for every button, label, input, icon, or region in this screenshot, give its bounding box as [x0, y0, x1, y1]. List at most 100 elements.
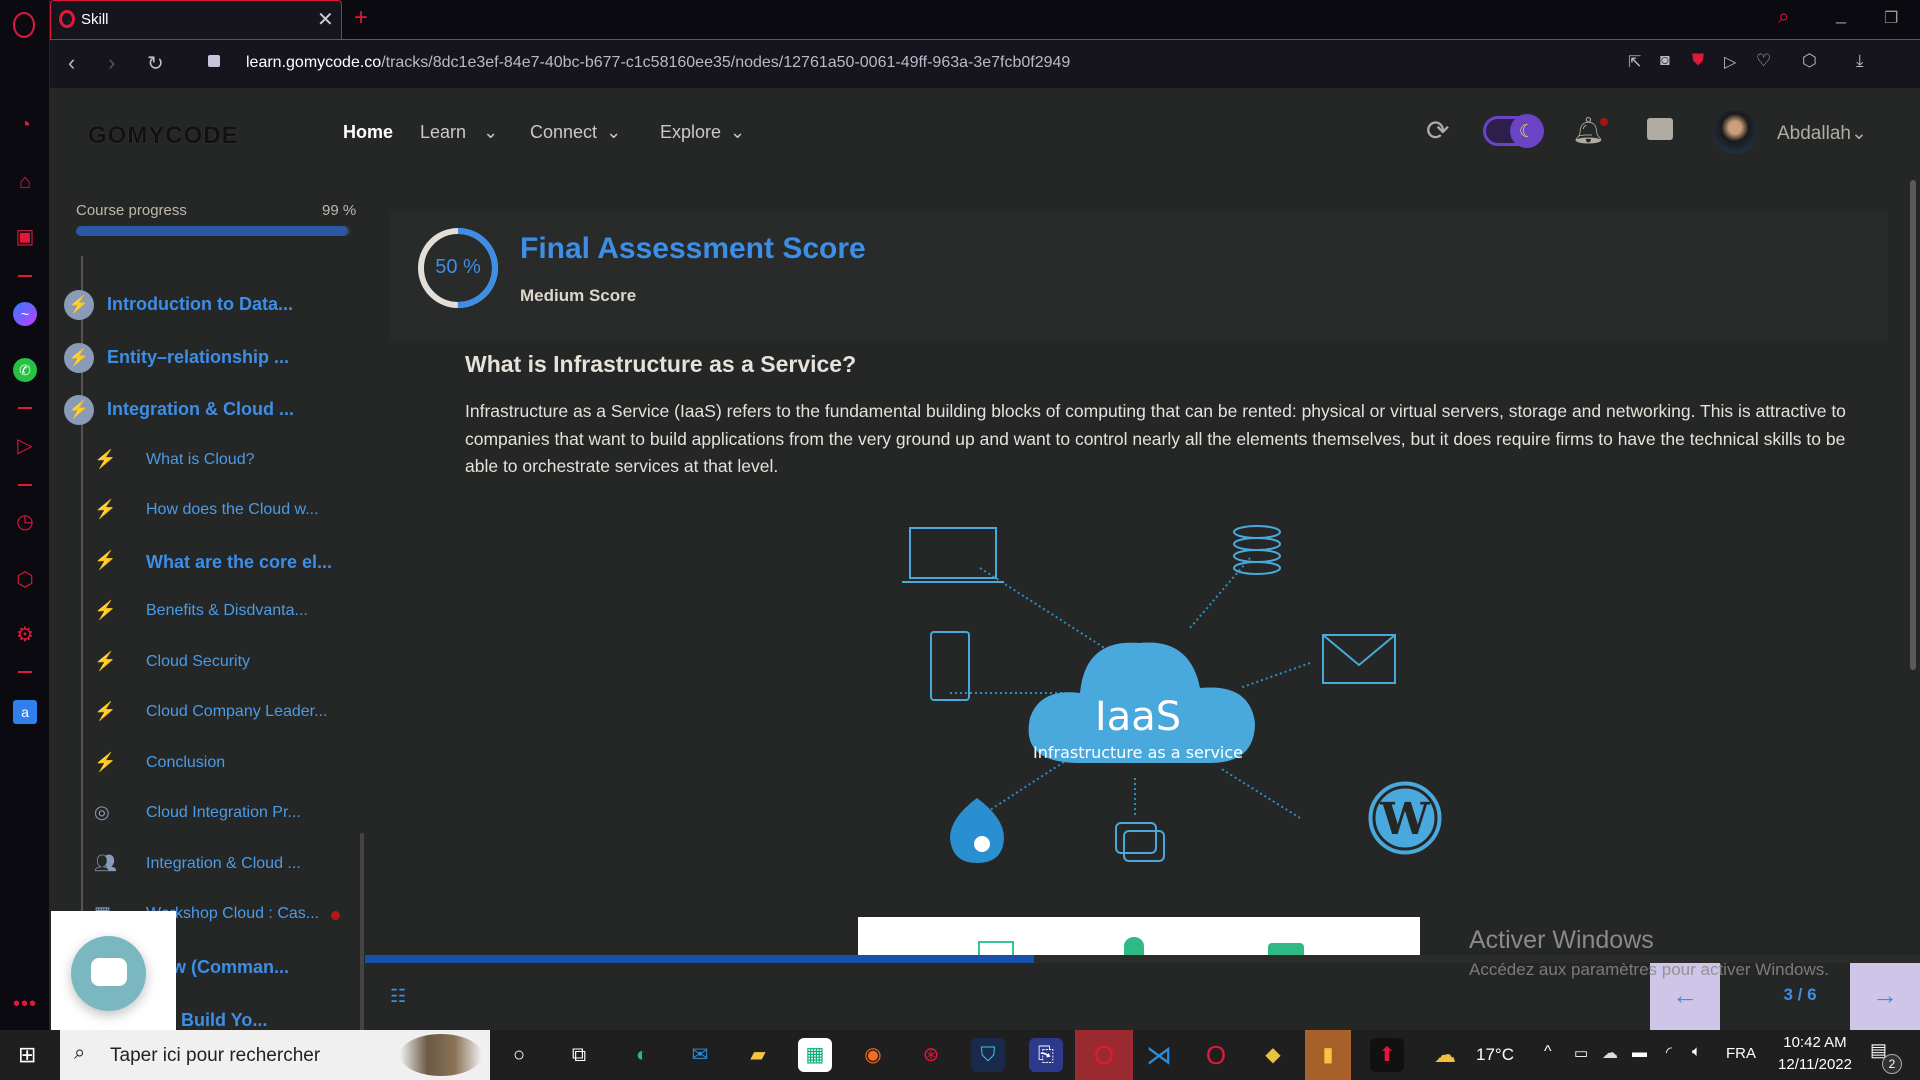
sidebar-item[interactable]: ⚡ Introduction to Data...	[50, 290, 360, 320]
opera-gx-icon[interactable]: O	[1075, 1030, 1133, 1080]
firefox-icon[interactable]: ◉	[856, 1038, 890, 1072]
opera-menu-icon[interactable]	[13, 12, 35, 38]
sidebar-item[interactable]: ⚡ Benefits & Disdvanta...	[50, 598, 360, 628]
battery-icon[interactable]: ▬	[1632, 1044, 1647, 1061]
wifi-icon[interactable]: ◜	[1666, 1043, 1672, 1061]
nav-connect[interactable]: Connect ⌄	[530, 122, 621, 143]
player-icon[interactable]: ▷	[13, 434, 37, 458]
messenger-icon[interactable]: ~	[13, 302, 37, 326]
twitch-icon[interactable]: ▣	[13, 225, 37, 249]
store-icon[interactable]: ▦	[798, 1038, 832, 1072]
download-icon[interactable]: ⤓	[1856, 51, 1864, 71]
onedrive-icon[interactable]: ☁	[1602, 1043, 1618, 1063]
new-tab-button[interactable]: +	[354, 4, 368, 32]
reload-icon[interactable]: ↻	[147, 51, 164, 76]
score-title: Final Assessment Score	[520, 232, 866, 265]
mail-app-icon[interactable]: ✉	[683, 1038, 717, 1072]
show-hidden-icons[interactable]: ^	[1544, 1043, 1552, 1061]
gomycode-logo[interactable]: GOMYCODE	[88, 122, 239, 150]
next-page-button[interactable]: →	[1850, 963, 1920, 1030]
meet-icon[interactable]: ▭	[1574, 1044, 1588, 1062]
sidebar-item[interactable]: ⚡ Conclusion	[50, 750, 360, 780]
clock-date[interactable]: 12/11/2022	[1770, 1056, 1860, 1073]
lesson-bolt-icon: ⚡	[94, 752, 117, 772]
score-percent: 50 %	[435, 256, 481, 278]
remote-icon[interactable]: ⎘	[1029, 1038, 1063, 1072]
search-placeholder: Taper ici pour rechercher	[110, 1045, 321, 1066]
refresh-icon[interactable]: ⟳	[1426, 114, 1449, 147]
eagle-image	[400, 1034, 482, 1076]
user-menu[interactable]: Abdallah⌄	[1777, 122, 1867, 145]
sidebar-item[interactable]: ⚡ Integration & Cloud ...	[50, 395, 360, 425]
weather-icon: ☁	[1434, 1042, 1456, 1067]
url-path: /tracks/8dc1e3ef-84e7-40bc-b677-c1c58160…	[381, 54, 1071, 71]
nav-home[interactable]: Home	[343, 122, 393, 143]
vpn-icon[interactable]: ⛉	[971, 1038, 1005, 1072]
more-icon[interactable]: •••	[13, 992, 37, 1016]
nav-learn[interactable]: Learn ⌄	[420, 122, 498, 143]
sidebar-item-label: Integration & Cloud ...	[107, 399, 294, 419]
task-view-icon[interactable]: ⧉	[562, 1038, 596, 1072]
sidebar-item-label: Entity–relationship ...	[107, 347, 290, 367]
chat-launcher-button[interactable]	[71, 936, 146, 1011]
course-progress-bar	[76, 226, 351, 236]
folder-icon[interactable]: ▮	[1305, 1030, 1351, 1080]
back-icon[interactable]: ‹	[68, 50, 75, 76]
clock-time[interactable]: 10:42 AM	[1770, 1034, 1860, 1051]
mail-icon	[1322, 634, 1396, 684]
close-tab-icon[interactable]: ✕	[317, 7, 334, 32]
language-indicator[interactable]: FRA	[1726, 1045, 1756, 1062]
shopping-icon[interactable]: ⌂	[13, 170, 37, 194]
cortana-icon[interactable]: ○	[502, 1038, 536, 1072]
camera-icon[interactable]: ◙	[1660, 52, 1670, 70]
messages-icon[interactable]	[1647, 118, 1673, 140]
windows-start-icon[interactable]: ⊞	[18, 1042, 36, 1068]
opera-icon[interactable]: O	[1199, 1038, 1233, 1072]
minimize-icon[interactable]: _	[1836, 4, 1846, 25]
sidebar-scrollbar[interactable]	[360, 833, 364, 1030]
sidebar-item[interactable]: 👥︎ Integration & Cloud ...	[50, 851, 360, 881]
url-field[interactable]: learn.gomycode.co/tracks/8dc1e3ef-84e7-4…	[246, 54, 1070, 72]
image-icon-3	[1268, 943, 1304, 955]
page-indicator: 3 / 6	[1783, 985, 1817, 1004]
theme-toggle[interactable]: ☾	[1483, 114, 1544, 148]
avatar[interactable]	[1713, 110, 1757, 154]
lesson-progress-fill	[365, 955, 1034, 963]
table-of-contents-icon[interactable]: ☷	[390, 986, 406, 1007]
nav-explore[interactable]: Explore ⌄	[660, 122, 745, 143]
flow-icon[interactable]: ▷	[1724, 52, 1736, 72]
whatsapp-icon[interactable]: ✆	[13, 358, 37, 382]
history-icon[interactable]: ◷	[13, 510, 37, 534]
sidebar-item[interactable]: ⚡ Entity–relationship ...	[50, 343, 360, 373]
settings-icon[interactable]: ⚙	[13, 623, 37, 647]
app-icon-red[interactable]: ⊛	[914, 1038, 948, 1072]
extensions-icon[interactable]: ⬡	[13, 568, 37, 592]
speedometer-icon[interactable]: ◔	[13, 113, 37, 137]
volume-icon[interactable]: 🔈︎	[1692, 1043, 1701, 1060]
cube-icon[interactable]: ⬡	[1802, 51, 1817, 71]
sidebar-item[interactable]: ⚡ Cloud Company Leader...	[50, 699, 360, 729]
vscode-icon[interactable]: ⋊	[1142, 1038, 1176, 1072]
nav-learn-label: Learn	[420, 122, 467, 142]
restore-icon[interactable]: ❐	[1884, 8, 1898, 28]
search-tabs-icon[interactable]: ⌕	[1778, 6, 1789, 29]
phone-icon	[930, 631, 970, 701]
tab-skill[interactable]: Skill ✕	[50, 0, 342, 39]
upload-app-icon[interactable]: ⬆	[1370, 1038, 1404, 1072]
sidebar-item[interactable]: ⚡ What is Cloud?	[50, 447, 360, 477]
share-icon[interactable]: ⇱	[1628, 52, 1641, 72]
translate-icon[interactable]: a	[13, 700, 37, 724]
git-icon[interactable]: ◆	[1256, 1038, 1290, 1072]
edge-icon[interactable]: ◐	[625, 1038, 659, 1072]
page-scrollbar[interactable]	[1910, 180, 1916, 670]
sidebar-item[interactable]: ⚡ How does the Cloud w...	[50, 497, 360, 527]
gomycode-favicon-icon	[59, 10, 75, 28]
file-explorer-icon[interactable]: ▰	[741, 1038, 775, 1072]
adblock-icon[interactable]: ⛊	[1692, 52, 1704, 70]
sidebar-item[interactable]: ⚡ What are the core el...	[50, 548, 360, 578]
search-box[interactable]: ⌕ Taper ici pour rechercher	[60, 1030, 490, 1080]
sidebar-item[interactable]: ◎ Cloud Integration Pr...	[50, 800, 360, 830]
heart-icon[interactable]: ♡	[1756, 51, 1771, 71]
sidebar-item[interactable]: ⚡ Cloud Security	[50, 649, 360, 679]
forward-icon[interactable]: ›	[108, 50, 115, 76]
